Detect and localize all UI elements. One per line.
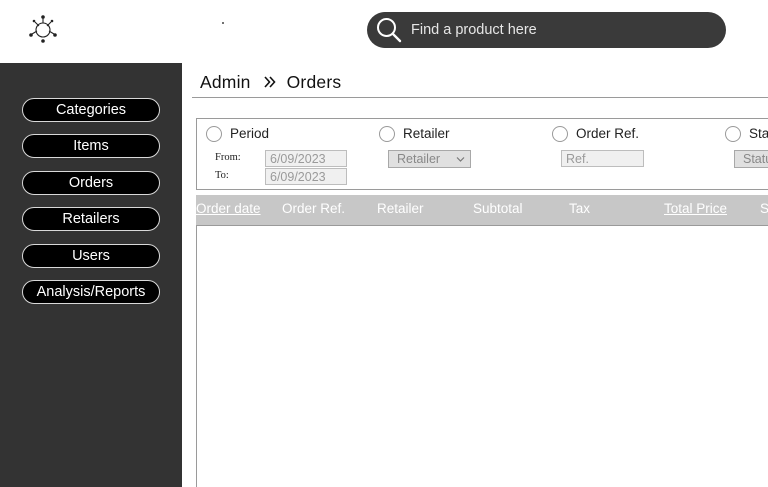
order-ref-radio[interactable] [552,126,568,142]
status-radio[interactable] [725,126,741,142]
decorative-emblem-icon[interactable] [26,14,60,44]
from-date-field[interactable]: 6/09/2023 [265,150,347,167]
from-label: From: [215,152,241,163]
double-chevron-right-icon [264,76,276,88]
column-tax: Tax [569,201,591,216]
chevron-down-icon [456,157,465,162]
period-label: Period [230,126,270,141]
status-select-value: Statu [743,152,768,166]
period-radio[interactable] [206,126,222,142]
breadcrumb-root[interactable]: Admin [200,72,251,93]
orders-table-header: Order date Order Ref. Retailer Subtotal … [196,195,768,226]
sidebar: Categories Items Orders Retailers Users … [0,63,182,487]
header-dot [222,22,224,24]
column-retailer: Retailer [377,201,424,216]
status-select[interactable]: Statu [734,150,768,168]
search-input[interactable]: Find a product here [411,22,537,38]
title-divider [192,97,768,98]
order-ref-label: Order Ref. [576,126,640,141]
search-icon[interactable] [375,16,403,44]
column-total-price[interactable]: Total Price [664,201,727,216]
column-order-date[interactable]: Order date [196,201,261,216]
breadcrumb: Admin Orders [200,70,341,94]
retailer-select[interactable]: Retailer [388,150,471,168]
column-order-ref: Order Ref. [282,201,346,216]
top-header: Find a product here [0,0,768,63]
sidebar-item-retailers[interactable]: Retailers [22,207,160,231]
sidebar-item-orders[interactable]: Orders [22,171,160,195]
search-bar[interactable]: Find a product here [367,12,726,48]
column-status: S [760,201,768,216]
sidebar-item-analysis-reports[interactable]: Analysis/Reports [22,280,160,304]
sidebar-item-categories[interactable]: Categories [22,98,160,122]
to-label: To: [215,170,229,181]
sidebar-item-users[interactable]: Users [22,244,160,268]
to-date-field[interactable]: 6/09/2023 [265,168,347,185]
retailer-label: Retailer [403,126,450,141]
filter-panel: Period From: To: 6/09/2023 6/09/2023 Ret… [196,118,768,190]
page-title: Orders [286,71,342,92]
order-ref-input[interactable]: Ref. [561,150,644,167]
sidebar-item-items[interactable]: Items [22,134,160,158]
status-label: Stat [749,126,768,141]
retailer-select-value: Retailer [397,152,441,166]
orders-table-body [196,226,768,487]
retailer-radio[interactable] [379,126,395,142]
column-subtotal: Subtotal [473,201,523,216]
